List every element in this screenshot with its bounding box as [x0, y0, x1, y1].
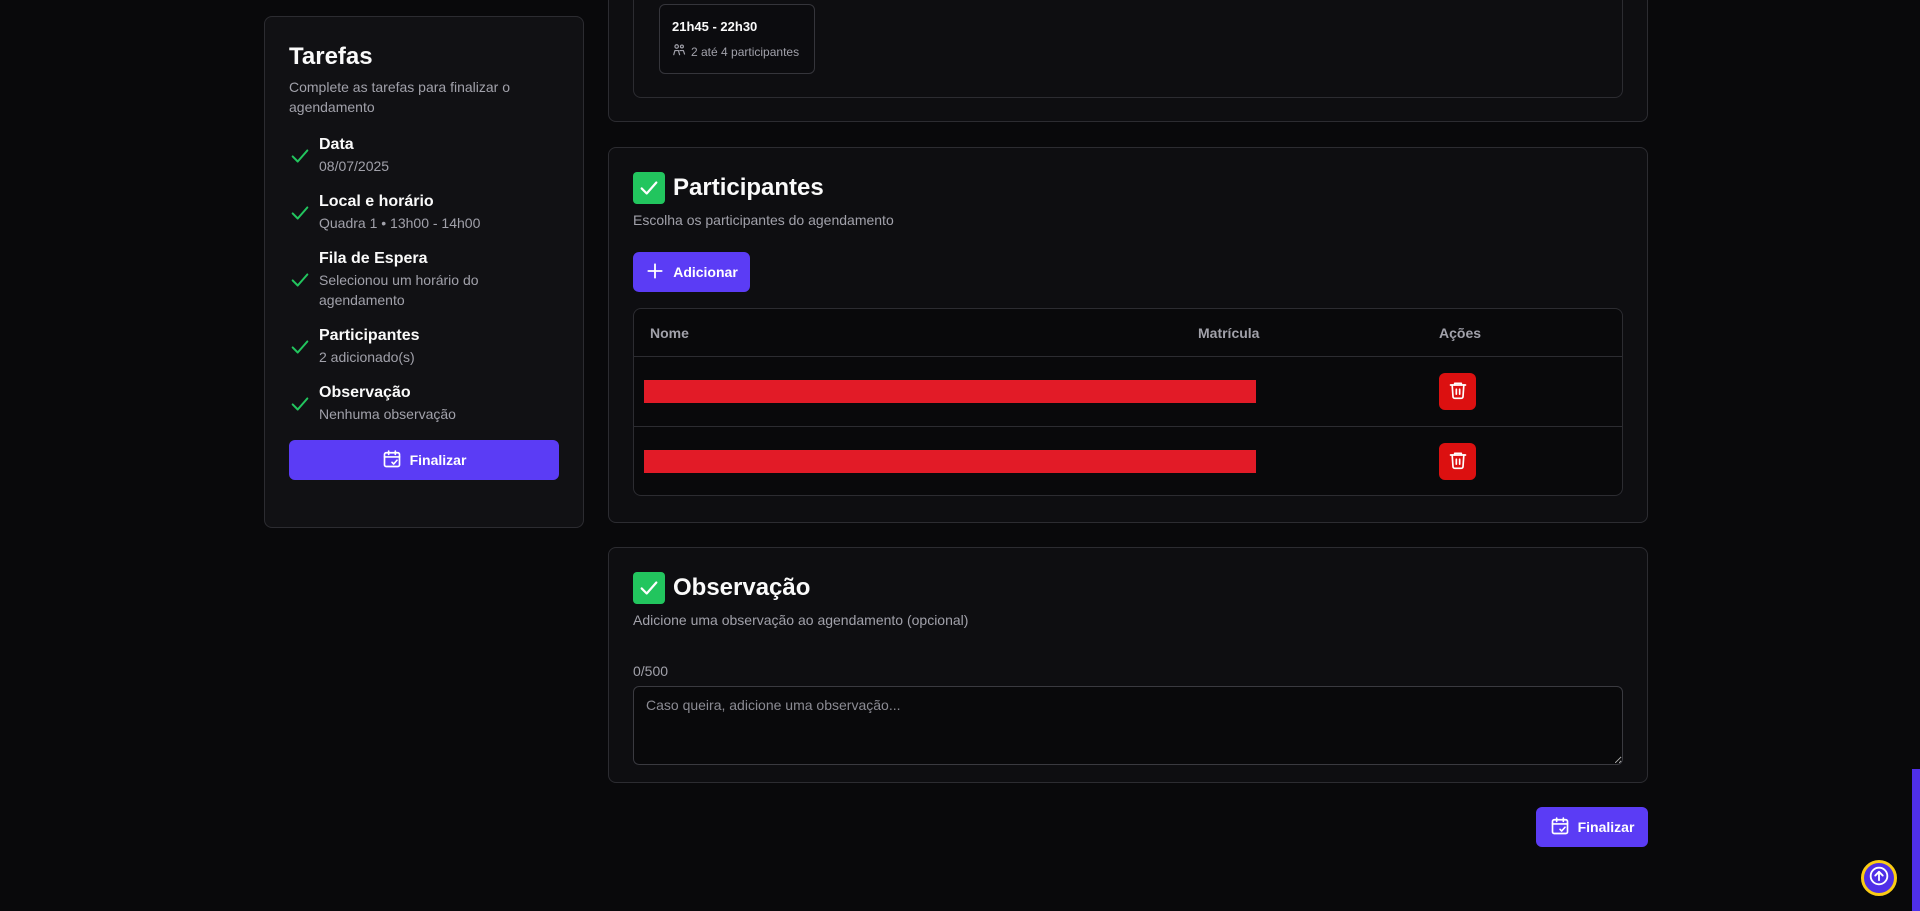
- task-name: Observação: [319, 384, 411, 401]
- task-name: Fila de Espera: [319, 250, 428, 267]
- observation-title: Observação: [673, 574, 811, 601]
- timeslot-capacity: 2 até 4 participantes: [672, 43, 802, 60]
- calendar-check-icon: [1550, 816, 1570, 839]
- task-detail: Quadra 1 • 13h00 - 14h00: [319, 215, 481, 231]
- trash-icon: [1448, 380, 1468, 403]
- task-item-participantes: Participantes 2 adicionado(s): [289, 326, 559, 367]
- calendar-check-icon: [382, 449, 402, 472]
- table-row: [634, 426, 1622, 495]
- table-header: Nome Matrícula Ações: [634, 309, 1622, 357]
- cell-acoes: [1439, 442, 1622, 480]
- task-item-fila: Fila de Espera Selecionou um horário do …: [289, 249, 559, 310]
- users-icon: [672, 43, 686, 60]
- delete-participant-button[interactable]: [1439, 373, 1476, 410]
- plus-icon: [645, 261, 665, 284]
- finish-button[interactable]: Finalizar: [1536, 807, 1648, 847]
- timeslot-option[interactable]: 21h45 - 22h30 2 até 4 participantes: [659, 4, 815, 74]
- redacted-participant: [644, 450, 1256, 473]
- task-detail: Nenhuma observação: [319, 406, 456, 422]
- check-icon: [289, 202, 319, 224]
- task-name: Participantes: [319, 327, 420, 344]
- add-label: Adicionar: [673, 264, 738, 280]
- finish-label: Finalizar: [1577, 819, 1635, 835]
- scrollbar-thumb[interactable]: [1912, 769, 1920, 911]
- column-header-acoes: Ações: [1439, 324, 1482, 341]
- check-icon: [633, 572, 665, 604]
- task-list: Data 08/07/2025 Local e horário Quadra 1…: [289, 135, 559, 424]
- observation-header: Observação: [633, 572, 1623, 604]
- participants-header: Participantes: [633, 172, 1623, 204]
- task-detail: 2 adicionado(s): [319, 349, 415, 365]
- delete-participant-button[interactable]: [1439, 442, 1476, 480]
- participants-title: Participantes: [673, 174, 824, 201]
- check-icon: [289, 145, 319, 167]
- add-participant-button[interactable]: Adicionar: [633, 252, 750, 292]
- task-name: Data: [319, 136, 354, 153]
- check-icon: [633, 172, 665, 204]
- timeslot-list: 21h45 - 22h30 2 até 4 participantes: [633, 0, 1623, 98]
- tasks-title: Tarefas: [289, 43, 373, 70]
- tasks-card: Tarefas Complete as tarefas para finaliz…: [264, 16, 584, 528]
- observation-description: Adicione uma observação ao agendamento (…: [633, 612, 969, 628]
- arrow-up-icon: [1869, 866, 1889, 891]
- timeslot-participants: 2 até 4 participantes: [691, 44, 800, 59]
- check-icon: [289, 393, 319, 415]
- timeslot-time: 21h45 - 22h30: [672, 19, 758, 34]
- table-row: [634, 357, 1622, 426]
- task-detail: 08/07/2025: [319, 158, 390, 174]
- participants-card: Participantes Escolha os participantes d…: [608, 147, 1648, 523]
- cell-acoes: [1439, 373, 1622, 410]
- check-icon: [289, 269, 319, 291]
- column-header-matricula: Matrícula: [1198, 324, 1260, 341]
- column-header-nome: Nome: [650, 324, 689, 341]
- task-item-data: Data 08/07/2025: [289, 135, 559, 176]
- task-item-observacao: Observação Nenhuma observação: [289, 383, 559, 424]
- sidebar-finish-button[interactable]: Finalizar: [289, 440, 559, 480]
- trash-icon: [1448, 450, 1468, 473]
- scroll-to-top-button[interactable]: [1861, 860, 1897, 896]
- task-detail: Selecionou um horário do agendamento: [319, 272, 479, 308]
- finish-label: Finalizar: [409, 452, 467, 468]
- tasks-description: Complete as tarefas para finalizar o age…: [289, 79, 510, 115]
- observation-card: Observação Adicione uma observação ao ag…: [608, 547, 1648, 783]
- participants-table: Nome Matrícula Ações: [633, 308, 1623, 496]
- timeslot-card: 21h45 - 22h30 2 até 4 participantes: [608, 0, 1648, 122]
- redacted-participant: [644, 380, 1256, 403]
- task-name: Local e horário: [319, 193, 434, 210]
- observation-textarea[interactable]: [633, 686, 1623, 765]
- check-icon: [289, 336, 319, 358]
- participants-description: Escolha os participantes do agendamento: [633, 212, 894, 228]
- task-item-local: Local e horário Quadra 1 • 13h00 - 14h00: [289, 192, 559, 233]
- character-counter: 0/500: [633, 663, 669, 679]
